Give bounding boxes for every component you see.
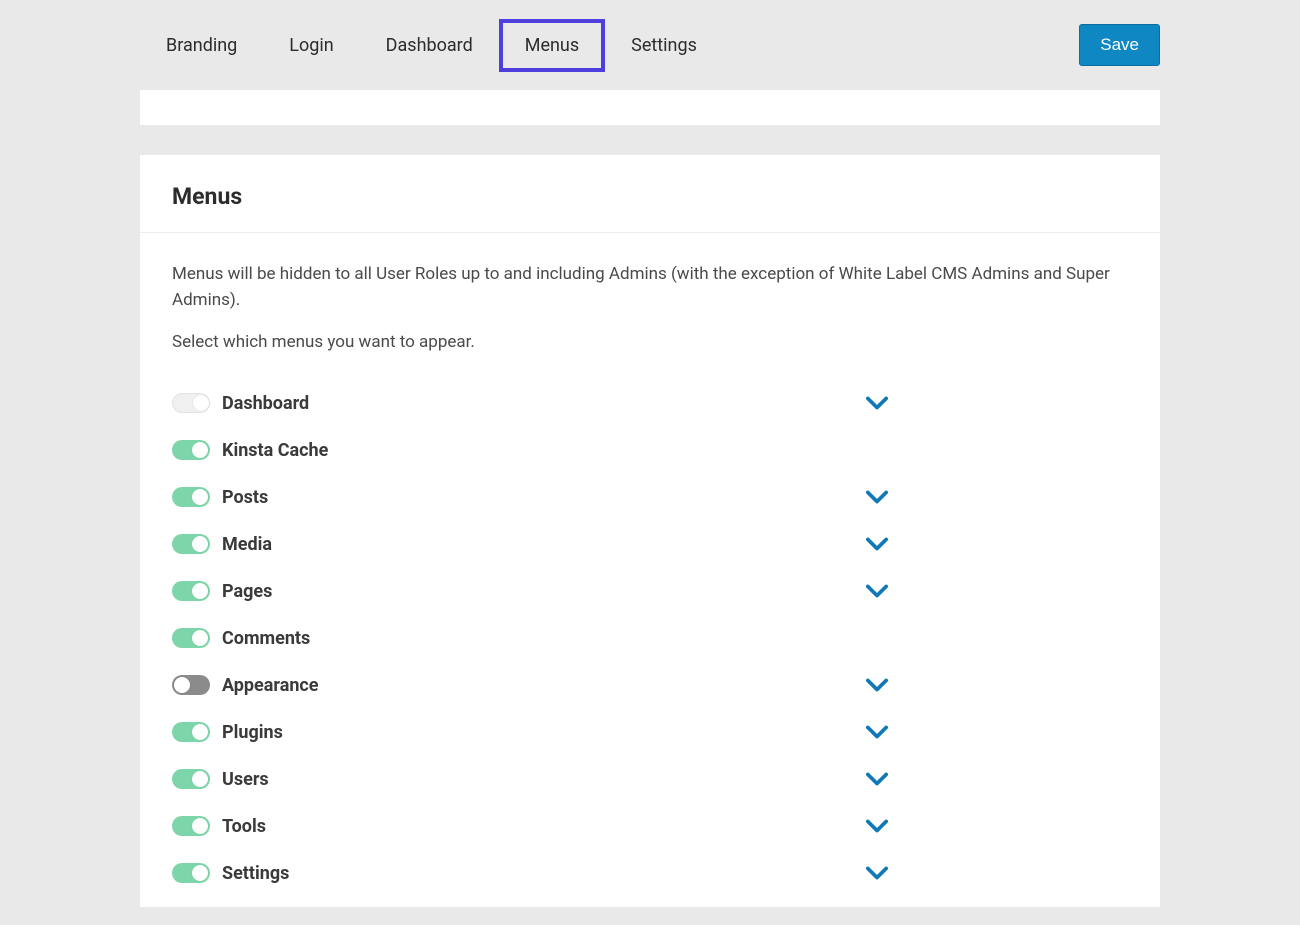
toggle-knob — [192, 630, 208, 646]
tab-dashboard[interactable]: Dashboard — [360, 19, 499, 72]
menu-row: Pages — [172, 568, 1128, 615]
menu-row: Media — [172, 521, 1128, 568]
tab-settings[interactable]: Settings — [605, 19, 723, 72]
menu-label: Settings — [222, 863, 289, 884]
toggle-kinsta-cache[interactable] — [172, 440, 210, 460]
toggle-plugins[interactable] — [172, 722, 210, 742]
toggle-knob — [192, 442, 208, 458]
toggle-comments[interactable] — [172, 628, 210, 648]
toggle-posts[interactable] — [172, 487, 210, 507]
menu-list: Dashboard Kinsta Cache Posts Media Pages Comm… — [172, 380, 1128, 897]
chevron-down-icon[interactable] — [866, 533, 888, 555]
toggle-media[interactable] — [172, 534, 210, 554]
menu-label: Tools — [222, 816, 266, 837]
menu-label: Plugins — [222, 722, 283, 743]
menu-row: Tools — [172, 803, 1128, 850]
panel-body: Menus will be hidden to all User Roles u… — [140, 233, 1160, 907]
toggle-users[interactable] — [172, 769, 210, 789]
menu-row: Settings — [172, 850, 1128, 897]
menus-panel: Menus Menus will be hidden to all User R… — [140, 155, 1160, 907]
toggle-knob — [192, 818, 208, 834]
menu-row: Kinsta Cache — [172, 427, 1128, 474]
menu-label: Comments — [222, 628, 310, 649]
tab-login[interactable]: Login — [263, 19, 359, 72]
panel-description: Menus will be hidden to all User Roles u… — [172, 261, 1128, 314]
menu-label: Media — [222, 534, 272, 555]
menu-label: Posts — [222, 487, 268, 508]
menu-row: Appearance — [172, 662, 1128, 709]
tab-menus[interactable]: Menus — [499, 19, 605, 72]
toggle-pages[interactable] — [172, 581, 210, 601]
toggle-knob — [192, 724, 208, 740]
header-bar: Branding Login Dashboard Menus Settings … — [0, 0, 1300, 90]
tab-branding[interactable]: Branding — [140, 19, 263, 72]
menu-label: Appearance — [222, 675, 319, 696]
menu-row: Posts — [172, 474, 1128, 521]
nav-tabs: Branding Login Dashboard Menus Settings — [140, 19, 723, 72]
toggle-knob — [192, 865, 208, 881]
toggle-knob — [192, 536, 208, 552]
toggle-knob — [192, 583, 208, 599]
menu-label: Kinsta Cache — [222, 440, 328, 461]
chevron-down-icon[interactable] — [866, 815, 888, 837]
toggle-dashboard[interactable] — [172, 393, 210, 413]
toggle-tools[interactable] — [172, 816, 210, 836]
menu-row: Plugins — [172, 709, 1128, 756]
chevron-down-icon[interactable] — [866, 392, 888, 414]
chevron-down-icon[interactable] — [866, 768, 888, 790]
toggle-knob — [192, 489, 208, 505]
menu-row: Users — [172, 756, 1128, 803]
menu-row: Dashboard — [172, 380, 1128, 427]
panel-header: Menus — [140, 155, 1160, 233]
menu-label: Users — [222, 769, 269, 790]
menu-label: Pages — [222, 581, 272, 602]
toggle-settings[interactable] — [172, 863, 210, 883]
chevron-down-icon[interactable] — [866, 580, 888, 602]
chevron-down-icon[interactable] — [866, 674, 888, 696]
chevron-down-icon[interactable] — [866, 486, 888, 508]
spacer — [140, 90, 1160, 125]
chevron-down-icon[interactable] — [866, 721, 888, 743]
toggle-knob — [174, 677, 190, 693]
toggle-appearance[interactable] — [172, 675, 210, 695]
save-button[interactable]: Save — [1079, 24, 1160, 66]
chevron-down-icon[interactable] — [866, 862, 888, 884]
toggle-knob — [193, 395, 209, 411]
panel-title: Menus — [172, 183, 1128, 210]
toggle-knob — [192, 771, 208, 787]
menu-row: Comments — [172, 615, 1128, 662]
menu-label: Dashboard — [222, 393, 309, 414]
panel-select-text: Select which menus you want to appear. — [172, 332, 1128, 352]
